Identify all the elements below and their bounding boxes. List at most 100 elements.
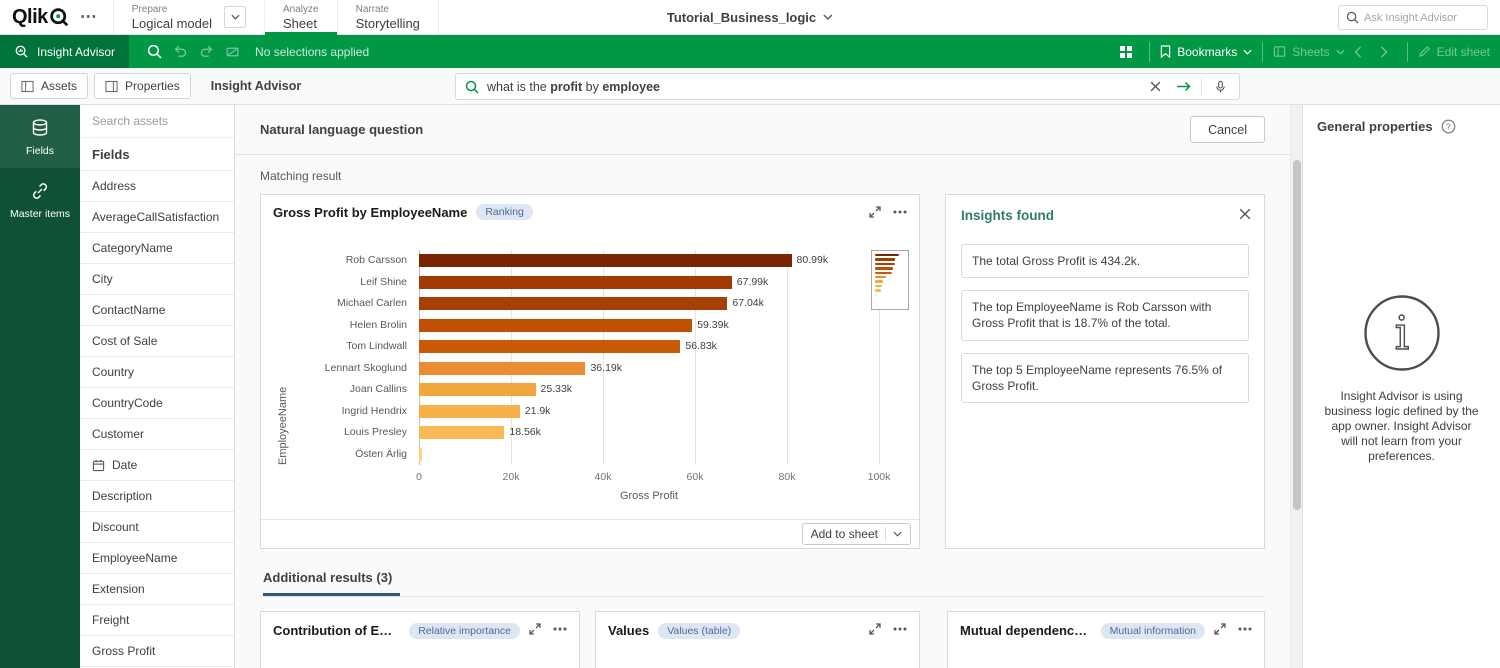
natural-language-query[interactable]: what is the profit by employee [487,80,1137,94]
tab-additional-results[interactable]: Additional results (3) [263,570,400,596]
expand-icon[interactable] [869,623,881,635]
bar-ingrid-hendrix[interactable] [419,405,520,418]
more-menu-icon[interactable] [893,627,907,631]
field-item-city[interactable]: City [80,264,234,295]
insight-advisor-button[interactable]: Insight Advisor [0,35,129,68]
more-menu-icon[interactable] [553,627,567,631]
help-icon[interactable]: ? [1441,119,1456,134]
general-properties-panel: General properties ? i Insight Advisor i… [1302,105,1500,668]
insight-item[interactable]: The top EmployeeName is Rob Carsson with… [961,290,1249,340]
field-item-categoryname[interactable]: CategoryName [80,233,234,264]
scrollbar-thumb[interactable] [1293,160,1301,510]
chevron-down-icon [1243,49,1252,55]
insight-item[interactable]: The top 5 EmployeeName represents 76.5% … [961,353,1249,403]
insight-advisor-breadcrumb: Insight Advisor [211,79,302,93]
field-item-discount[interactable]: Discount [80,512,234,543]
app-title-text: Tutorial_Business_logic [667,10,816,25]
general-properties-title: General properties [1317,119,1433,134]
field-item-extension[interactable]: Extension [80,574,234,605]
sheets-icon [1273,45,1286,58]
smart-search-icon[interactable] [141,40,167,64]
field-item-description[interactable]: Description [80,481,234,512]
microphone-icon[interactable] [1210,77,1230,97]
ask-insight-advisor-input[interactable] [1364,12,1480,24]
mini-bar [875,272,892,274]
chart-scroll-navigator[interactable] [871,250,909,310]
properties-panel-button[interactable]: Properties [94,73,191,99]
bookmarks-button[interactable]: Bookmarks [1160,45,1252,59]
search-assets-box[interactable] [80,105,234,138]
field-item-countrycode[interactable]: CountryCode [80,388,234,419]
global-menu-button[interactable]: ⋯ [80,12,97,22]
sidebar-item-fields[interactable]: Fields [0,105,80,168]
bar-leif-shine[interactable] [419,276,732,289]
field-item-country[interactable]: Country [80,357,234,388]
expand-icon[interactable] [1214,623,1226,635]
clear-selections-icon[interactable] [219,40,245,64]
nav-tab-prepare[interactable]: Prepare Logical model [113,0,265,34]
natural-language-search-bar[interactable]: what is the profit by employee [455,73,1240,100]
previous-sheet-icon[interactable] [1345,40,1371,64]
field-item-contactname[interactable]: ContactName [80,295,234,326]
bar-sten-rlig[interactable] [419,448,422,461]
assets-panel-button[interactable]: Assets [10,73,88,99]
app-overview-grid-icon[interactable] [1113,40,1139,64]
sheets-button[interactable]: Sheets [1273,45,1344,59]
bar-helen-brolin[interactable] [419,319,692,332]
nav-group-label: Prepare [132,4,212,16]
bar-michael-carlen[interactable] [419,297,727,310]
app-title[interactable]: Tutorial_Business_logic [667,0,833,34]
mini-bar [875,258,895,260]
field-item-gross-profit[interactable]: Gross Profit [80,636,234,667]
more-menu-icon[interactable] [893,210,907,214]
mini-bar [875,289,881,291]
expand-icon[interactable] [529,623,541,635]
logical-model-dropdown-button[interactable] [224,6,246,28]
bar-rob-carsson[interactable] [419,254,792,267]
ask-insight-advisor-search[interactable] [1338,5,1488,30]
vertical-scrollbar[interactable] [1290,105,1302,668]
field-item-cost-of-sale[interactable]: Cost of Sale [80,326,234,357]
more-menu-icon[interactable] [1238,627,1252,631]
sidebar-item-master-items[interactable]: Master items [0,168,80,231]
field-item-employeename[interactable]: EmployeeName [80,543,234,574]
y-axis-category-label: Joan Callins [281,382,407,397]
bar-louis-presley[interactable] [419,426,504,439]
field-item-averagecallsatisfaction[interactable]: AverageCallSatisfaction [80,202,234,233]
search-assets-input[interactable] [92,114,222,128]
bar-joan-callins[interactable] [419,383,536,396]
add-to-sheet-button[interactable]: Add to sheet [802,523,911,545]
calendar-icon [92,459,105,472]
properties-panel-icon [105,80,118,93]
selections-status: No selections applied [255,45,369,59]
fields-database-icon [30,118,50,138]
rail-item-label: Fields [26,145,54,157]
bar-lennart-skoglund[interactable] [419,362,585,375]
expand-icon[interactable] [869,206,881,218]
nav-tab-narrate[interactable]: Narrate Storytelling [338,0,439,34]
edit-sheet-button[interactable]: Edit sheet [1418,45,1490,59]
next-sheet-icon[interactable] [1371,40,1397,64]
nav-group-label: Analyze [283,4,319,16]
clear-query-icon[interactable] [1145,77,1165,97]
field-item-freight[interactable]: Freight [80,605,234,636]
bar-tom-lindwall[interactable] [419,340,680,353]
submit-query-icon[interactable] [1173,77,1193,97]
nav-tab-analyze[interactable]: Analyze Sheet [265,0,338,34]
cancel-button[interactable]: Cancel [1190,116,1265,143]
card-badge: Relative importance [409,623,520,639]
field-label: Date [112,458,137,472]
field-item-address[interactable]: Address [80,171,234,202]
field-item-date[interactable]: Date [80,450,234,481]
close-icon[interactable] [1239,208,1251,220]
insight-item[interactable]: The total Gross Profit is 434.2k. [961,244,1249,278]
card-title: Contribution of Employ… [273,623,400,638]
undo-icon[interactable] [167,40,193,64]
qlik-logo: Qlik [12,0,70,34]
field-item-customer[interactable]: Customer [80,419,234,450]
insight-items: The total Gross Profit is 434.2k. The top… [961,244,1249,403]
field-label: Freight [92,613,129,627]
redo-icon[interactable] [193,40,219,64]
bar-chart[interactable]: EmployeeName Rob CarssonLeif ShineMichae… [261,222,919,519]
svg-text:i: i [1394,306,1409,360]
